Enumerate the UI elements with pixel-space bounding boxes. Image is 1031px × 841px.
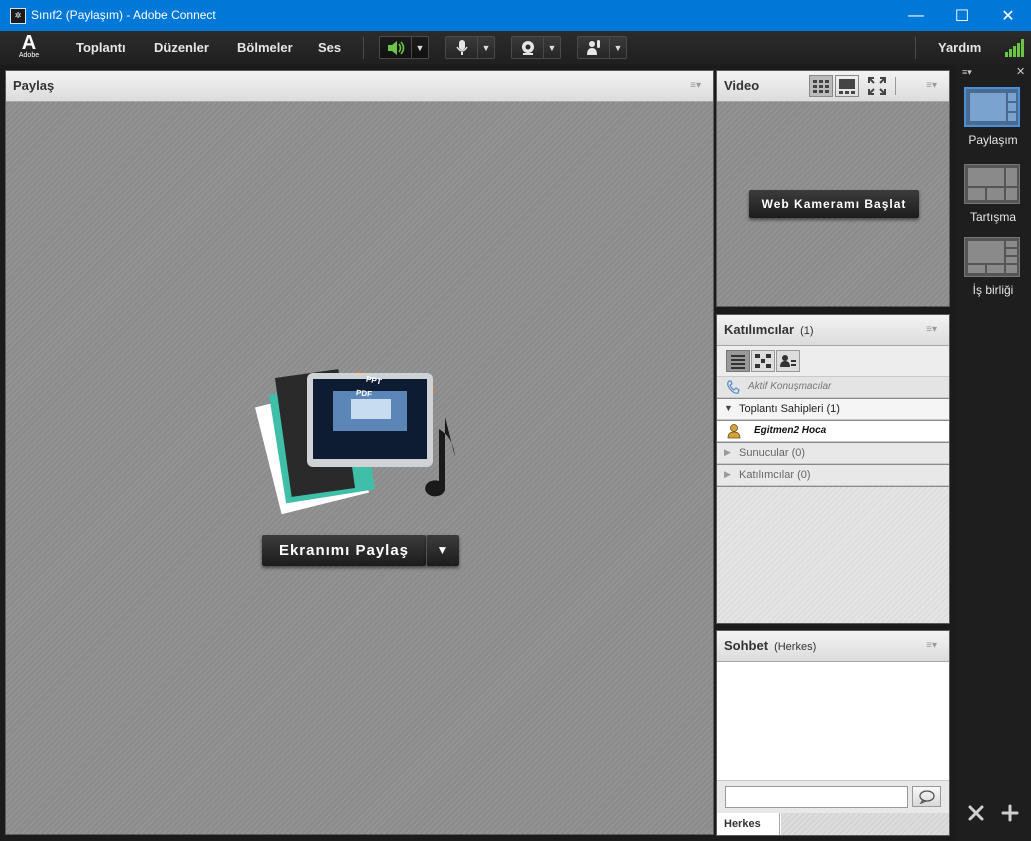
microphone-button[interactable]: ▼ bbox=[445, 36, 495, 59]
attendees-count: (1) bbox=[800, 325, 814, 337]
speaker-button[interactable]: ▼ bbox=[379, 36, 429, 59]
pod-menu-icon[interactable]: ≡▾ bbox=[690, 80, 701, 91]
share-pod-header: Paylaş ≡▾ bbox=[6, 71, 713, 102]
share-pod: Paylaş ≡▾ PPT PDF Ekranımı Paylaş ▼ bbox=[5, 70, 714, 835]
chat-tab-everyone[interactable]: Herkes bbox=[717, 813, 780, 835]
send-message-button[interactable] bbox=[912, 786, 941, 807]
webcam-button[interactable]: ▼ bbox=[511, 36, 561, 59]
layout-sharing-label: Paylaşım bbox=[968, 133, 1018, 147]
attendee-status-view-icon[interactable] bbox=[776, 350, 800, 372]
attendees-toolbar bbox=[717, 346, 949, 377]
chat-pod-title: Sohbet bbox=[724, 638, 769, 653]
layout-sharing-thumbnail bbox=[964, 87, 1020, 127]
video-pod-header: Video ≡▾ bbox=[717, 71, 949, 102]
group-presenters-row[interactable]: ▶ Sunucular (0) bbox=[717, 443, 949, 464]
help-menu[interactable]: Yardım bbox=[938, 40, 981, 55]
microphone-dropdown-icon[interactable]: ▼ bbox=[477, 37, 494, 58]
pod-menu-icon[interactable]: ≡▾ bbox=[926, 324, 937, 335]
chat-messages-area bbox=[717, 662, 949, 780]
chat-tab-strip bbox=[781, 813, 949, 835]
expanded-arrow-icon: ▼ bbox=[724, 403, 733, 413]
collapsed-arrow-icon: ▶ bbox=[724, 447, 731, 457]
start-webcam-button[interactable]: Web Kameramı Başlat bbox=[749, 190, 919, 218]
raise-hand-icon bbox=[578, 37, 610, 58]
active-speakers-row: Aktif Konuşmacılar bbox=[717, 377, 949, 398]
layouts-close-icon[interactable]: ✕ bbox=[1016, 65, 1025, 78]
menu-layouts[interactable]: Düzenler bbox=[154, 40, 209, 55]
group-participants-row[interactable]: ▶ Katılımcılar (0) bbox=[717, 465, 949, 486]
layout-collaboration[interactable]: İş birliği bbox=[964, 237, 1022, 297]
close-button[interactable]: ✕ bbox=[985, 0, 1031, 31]
window-titlebar[interactable]: ✲ Sınıf2 (Paylaşım) - Adobe Connect — ☐ … bbox=[0, 0, 1031, 31]
chat-pod-header: Sohbet (Herkes) ≡▾ bbox=[717, 631, 949, 662]
menu-meeting[interactable]: Toplantı bbox=[76, 40, 126, 55]
phone-icon bbox=[726, 380, 740, 397]
pdf-label: PDF bbox=[355, 388, 373, 399]
maximize-button[interactable]: ☐ bbox=[939, 0, 985, 31]
host-user-icon bbox=[726, 423, 742, 442]
chat-pod: Sohbet (Herkes) ≡▾ Herkes bbox=[716, 630, 950, 836]
speech-bubble-icon bbox=[918, 789, 935, 804]
video-header-divider bbox=[895, 77, 896, 95]
fullscreen-icon[interactable] bbox=[868, 77, 886, 100]
host-attendee-row[interactable]: Egitmen2 Hoca bbox=[717, 421, 949, 442]
attendees-pod: Katılımcılar (1) ≡▾ Aktif Konuşmacılar ▼ … bbox=[716, 314, 950, 624]
filmstrip-view-icon[interactable] bbox=[809, 75, 833, 97]
share-pod-title: Paylaş bbox=[13, 78, 55, 93]
connection-signal-icon bbox=[1005, 39, 1025, 57]
raise-hand-dropdown-icon[interactable]: ▼ bbox=[609, 37, 626, 58]
speaker-dropdown-icon[interactable]: ▼ bbox=[411, 37, 428, 58]
group-hosts-row[interactable]: ▼ Toplantı Sahipleri (1) bbox=[717, 399, 949, 420]
adobe-connect-app-icon: ✲ bbox=[10, 8, 26, 24]
group-hosts-label: Toplantı Sahipleri (1) bbox=[739, 403, 840, 415]
menubar-divider-right bbox=[915, 37, 916, 59]
add-layout-icon[interactable] bbox=[1000, 803, 1020, 828]
share-screen-button[interactable]: Ekranımı Paylaş bbox=[262, 535, 426, 566]
attendees-pod-title: Katılımcılar bbox=[724, 322, 795, 337]
layouts-bar: ≡▾ ✕ Paylaşım Tartışma İş birliği bbox=[956, 65, 1031, 841]
layouts-menu-icon[interactable]: ≡▾ bbox=[962, 67, 972, 78]
list-view-icon[interactable] bbox=[726, 350, 750, 372]
manage-layouts-icon[interactable] bbox=[966, 803, 986, 828]
breakout-view-icon[interactable] bbox=[751, 350, 775, 372]
microphone-icon bbox=[446, 37, 478, 58]
menu-audio[interactable]: Ses bbox=[318, 40, 341, 55]
host-name: Egitmen2 Hoca bbox=[754, 425, 827, 436]
speaker-icon bbox=[380, 37, 412, 58]
menu-pods[interactable]: Bölmeler bbox=[237, 40, 293, 55]
layout-sharing[interactable]: Paylaşım bbox=[964, 87, 1022, 147]
layout-collaboration-label: İş birliği bbox=[972, 283, 1014, 297]
video-pod: Video ≡▾ Web Kameramı Başlat bbox=[716, 70, 950, 307]
webcam-dropdown-icon[interactable]: ▼ bbox=[543, 37, 560, 58]
group-participants-label: Katılımcılar (0) bbox=[739, 469, 811, 481]
menubar-divider bbox=[363, 37, 364, 59]
webcam-icon bbox=[512, 37, 544, 58]
group-presenters-label: Sunucular (0) bbox=[739, 447, 806, 459]
layout-discussion[interactable]: Tartışma bbox=[964, 164, 1022, 224]
chat-input[interactable] bbox=[725, 786, 908, 808]
chat-input-bar bbox=[717, 780, 949, 813]
stage-view-icon[interactable] bbox=[835, 75, 859, 97]
window-title: Sınıf2 (Paylaşım) - Adobe Connect bbox=[31, 8, 216, 22]
minimize-button[interactable]: — bbox=[893, 0, 939, 31]
layout-collaboration-thumbnail bbox=[964, 237, 1020, 277]
layout-discussion-label: Tartışma bbox=[969, 210, 1016, 224]
attendees-pod-header: Katılımcılar (1) ≡▾ bbox=[717, 315, 949, 346]
active-speakers-label: Aktif Konuşmacılar bbox=[748, 381, 832, 392]
pod-menu-icon[interactable]: ≡▾ bbox=[926, 80, 937, 91]
attendees-empty-area bbox=[717, 487, 949, 623]
raise-hand-button[interactable]: ▼ bbox=[577, 36, 627, 59]
layout-discussion-thumbnail bbox=[964, 164, 1020, 204]
chat-scope: (Herkes) bbox=[774, 641, 817, 653]
collapsed-arrow-icon: ▶ bbox=[724, 469, 731, 479]
menubar: A Adobe Toplantı Düzenler Bölmeler Ses ▼… bbox=[0, 31, 1031, 65]
share-dropdown-icon[interactable]: ▼ bbox=[426, 535, 459, 566]
video-pod-title: Video bbox=[724, 78, 760, 93]
adobe-logo: A Adobe bbox=[18, 32, 40, 59]
pod-menu-icon[interactable]: ≡▾ bbox=[926, 640, 937, 651]
